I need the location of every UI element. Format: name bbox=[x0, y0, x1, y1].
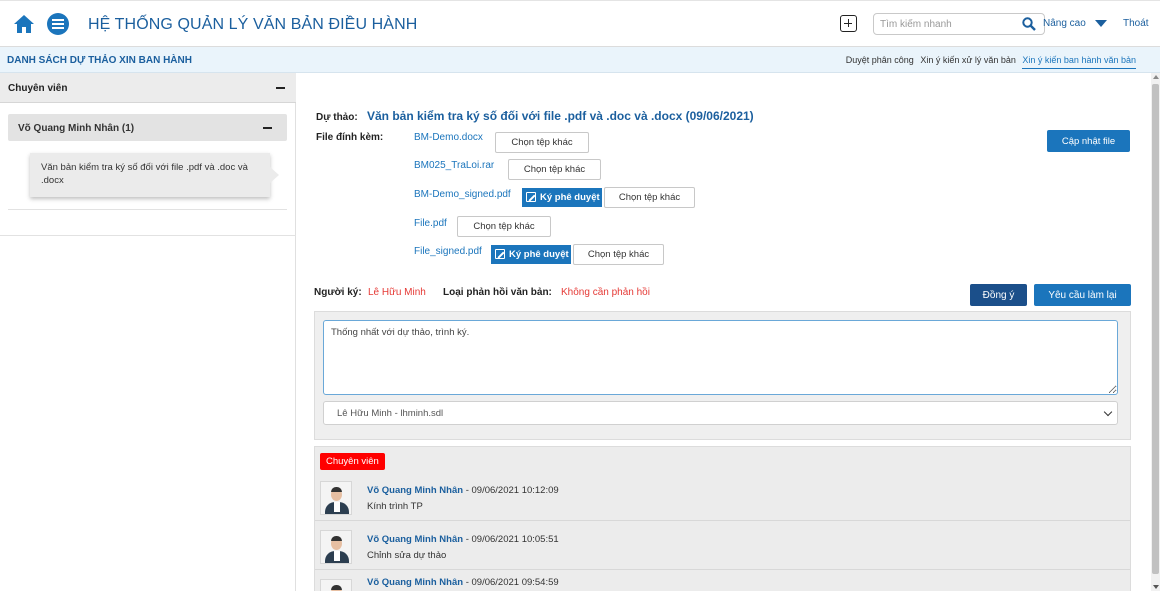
history-time: - 09/06/2021 09:54:59 bbox=[463, 577, 559, 588]
tab-issuance-opinion[interactable]: Xin ý kiến ban hành văn bản bbox=[1022, 55, 1136, 69]
subheader-tabs: Duyệt phân công Xin ý kiến xử lý văn bản… bbox=[842, 55, 1136, 69]
scroll-up-icon[interactable] bbox=[1153, 75, 1159, 79]
avatar bbox=[320, 579, 352, 591]
menu-icon[interactable] bbox=[47, 13, 69, 35]
scroll-thumb[interactable] bbox=[1152, 84, 1159, 574]
attachments-label: File đính kèm: bbox=[316, 132, 384, 143]
sub-header: DANH SÁCH DỰ THẢO XIN BAN HÀNH Duyệt phâ… bbox=[0, 47, 1160, 73]
history-author: Võ Quang Minh Nhân - 09/06/2021 10:12:09 bbox=[367, 485, 559, 496]
history-panel: Chuyên viên Võ Quang Minh Nhân - 09/06/2… bbox=[314, 446, 1131, 591]
sign-approve-button[interactable]: Ký phê duyệt bbox=[491, 245, 571, 264]
sidebar-user-label: Võ Quang Minh Nhân (1) bbox=[18, 123, 135, 134]
edit-icon bbox=[495, 249, 505, 259]
tab-assignment-approval[interactable]: Duyệt phân công bbox=[846, 55, 914, 65]
chevron-down-icon bbox=[1103, 407, 1113, 417]
history-row: Võ Quang Minh Nhân - 09/06/2021 09:54:59 bbox=[315, 571, 1130, 591]
choose-file-button[interactable]: Chọn tệp khác bbox=[573, 244, 664, 265]
request-redo-button[interactable]: Yêu cầu làm lại bbox=[1034, 284, 1131, 306]
signer-select-value: Lê Hữu Minh - lhminh.sdl bbox=[337, 408, 444, 419]
signer-label: Người ký: bbox=[314, 287, 362, 298]
history-time: - 09/06/2021 10:12:09 bbox=[463, 485, 559, 496]
caret-down-icon[interactable] bbox=[1095, 20, 1107, 27]
role-badge: Chuyên viên bbox=[320, 453, 385, 470]
sign-approve-label: Ký phê duyệt bbox=[540, 192, 600, 203]
file-link[interactable]: BM025_TraLoi.rar bbox=[414, 160, 494, 171]
comment-input[interactable]: Thống nhất với dự thảo, trình ký. bbox=[323, 320, 1118, 395]
file-link[interactable]: File_signed.pdf bbox=[414, 246, 482, 257]
choose-file-button[interactable]: Chọn tệp khác bbox=[495, 132, 589, 153]
choose-file-button[interactable]: Chọn tệp khác bbox=[508, 159, 601, 180]
choose-file-button[interactable]: Chọn tệp khác bbox=[457, 216, 551, 237]
add-icon[interactable] bbox=[840, 15, 857, 32]
agree-button[interactable]: Đồng ý bbox=[970, 284, 1027, 306]
divider bbox=[0, 235, 296, 236]
history-content: Kính trình TP bbox=[367, 501, 423, 512]
collapse-icon[interactable] bbox=[263, 127, 272, 129]
avatar bbox=[320, 481, 352, 515]
advanced-search-link[interactable]: Nâng cao bbox=[1043, 18, 1086, 29]
top-header: HỆ THỐNG QUẢN LÝ VĂN BẢN ĐIỀU HÀNH Nâng … bbox=[0, 0, 1160, 47]
update-file-button[interactable]: Cập nhật file bbox=[1047, 130, 1130, 152]
comment-panel: Thống nhất với dự thảo, trình ký. Lê Hữu… bbox=[314, 311, 1131, 440]
search-icon[interactable] bbox=[1022, 17, 1036, 31]
app-title: HỆ THỐNG QUẢN LÝ VĂN BẢN ĐIỀU HÀNH bbox=[88, 16, 418, 33]
edit-icon bbox=[526, 192, 536, 202]
draft-title: Văn bản kiểm tra ký số đối với file .pdf… bbox=[367, 109, 754, 123]
file-link[interactable]: File.pdf bbox=[414, 218, 447, 229]
sidebar-group-label: Chuyên viên bbox=[8, 83, 68, 94]
sign-approve-button[interactable]: Ký phê duyệt bbox=[522, 188, 602, 207]
main-content: Dự thảo: Văn bản kiểm tra ký số đối với … bbox=[297, 73, 1160, 591]
collapse-icon[interactable] bbox=[276, 87, 285, 89]
scroll-down-icon[interactable] bbox=[1153, 585, 1159, 589]
sign-approve-label: Ký phê duyệt bbox=[509, 249, 569, 260]
history-row: Võ Quang Minh Nhân - 09/06/2021 10:05:51… bbox=[315, 522, 1130, 570]
sidebar-group-header[interactable]: Chuyên viên bbox=[0, 73, 296, 103]
tab-processing-opinion[interactable]: Xin ý kiến xử lý văn bản bbox=[920, 55, 1016, 65]
signer-name: Lê Hữu Minh bbox=[368, 287, 426, 298]
history-time: - 09/06/2021 10:05:51 bbox=[463, 534, 559, 545]
history-author: Võ Quang Minh Nhân - 09/06/2021 10:05:51 bbox=[367, 534, 559, 545]
history-row: Võ Quang Minh Nhân - 09/06/2021 10:12:09… bbox=[315, 473, 1130, 521]
author-name: Võ Quang Minh Nhân bbox=[367, 534, 464, 545]
author-name: Võ Quang Minh Nhân bbox=[367, 577, 464, 588]
sidebar-user-header[interactable]: Võ Quang Minh Nhân (1) bbox=[8, 114, 287, 141]
home-icon[interactable] bbox=[13, 14, 35, 34]
file-link[interactable]: BM-Demo_signed.pdf bbox=[414, 189, 511, 200]
sidebar: Chuyên viên Võ Quang Minh Nhân (1) Văn b… bbox=[0, 73, 296, 591]
signer-select[interactable]: Lê Hữu Minh - lhminh.sdl bbox=[323, 401, 1118, 425]
choose-file-button[interactable]: Chọn tệp khác bbox=[604, 187, 695, 208]
reply-type-value: Không cần phản hồi bbox=[561, 287, 650, 298]
divider bbox=[8, 209, 287, 210]
history-author: Võ Quang Minh Nhân - 09/06/2021 09:54:59 bbox=[367, 577, 559, 588]
search-input[interactable] bbox=[873, 13, 1045, 35]
scrollbar[interactable] bbox=[1151, 73, 1160, 591]
draft-label: Dự thảo: bbox=[316, 112, 358, 123]
author-name: Võ Quang Minh Nhân bbox=[367, 485, 464, 496]
page-title: DANH SÁCH DỰ THẢO XIN BAN HÀNH bbox=[7, 55, 192, 66]
file-link[interactable]: BM-Demo.docx bbox=[414, 132, 483, 143]
reply-type-label: Loại phản hồi văn bản: bbox=[443, 287, 552, 298]
logout-link[interactable]: Thoát bbox=[1123, 18, 1149, 29]
sidebar-document-item[interactable]: Văn bản kiểm tra ký số đối với file .pdf… bbox=[30, 153, 279, 197]
history-content: Chỉnh sửa dự thảo bbox=[367, 550, 447, 561]
avatar bbox=[320, 530, 352, 564]
